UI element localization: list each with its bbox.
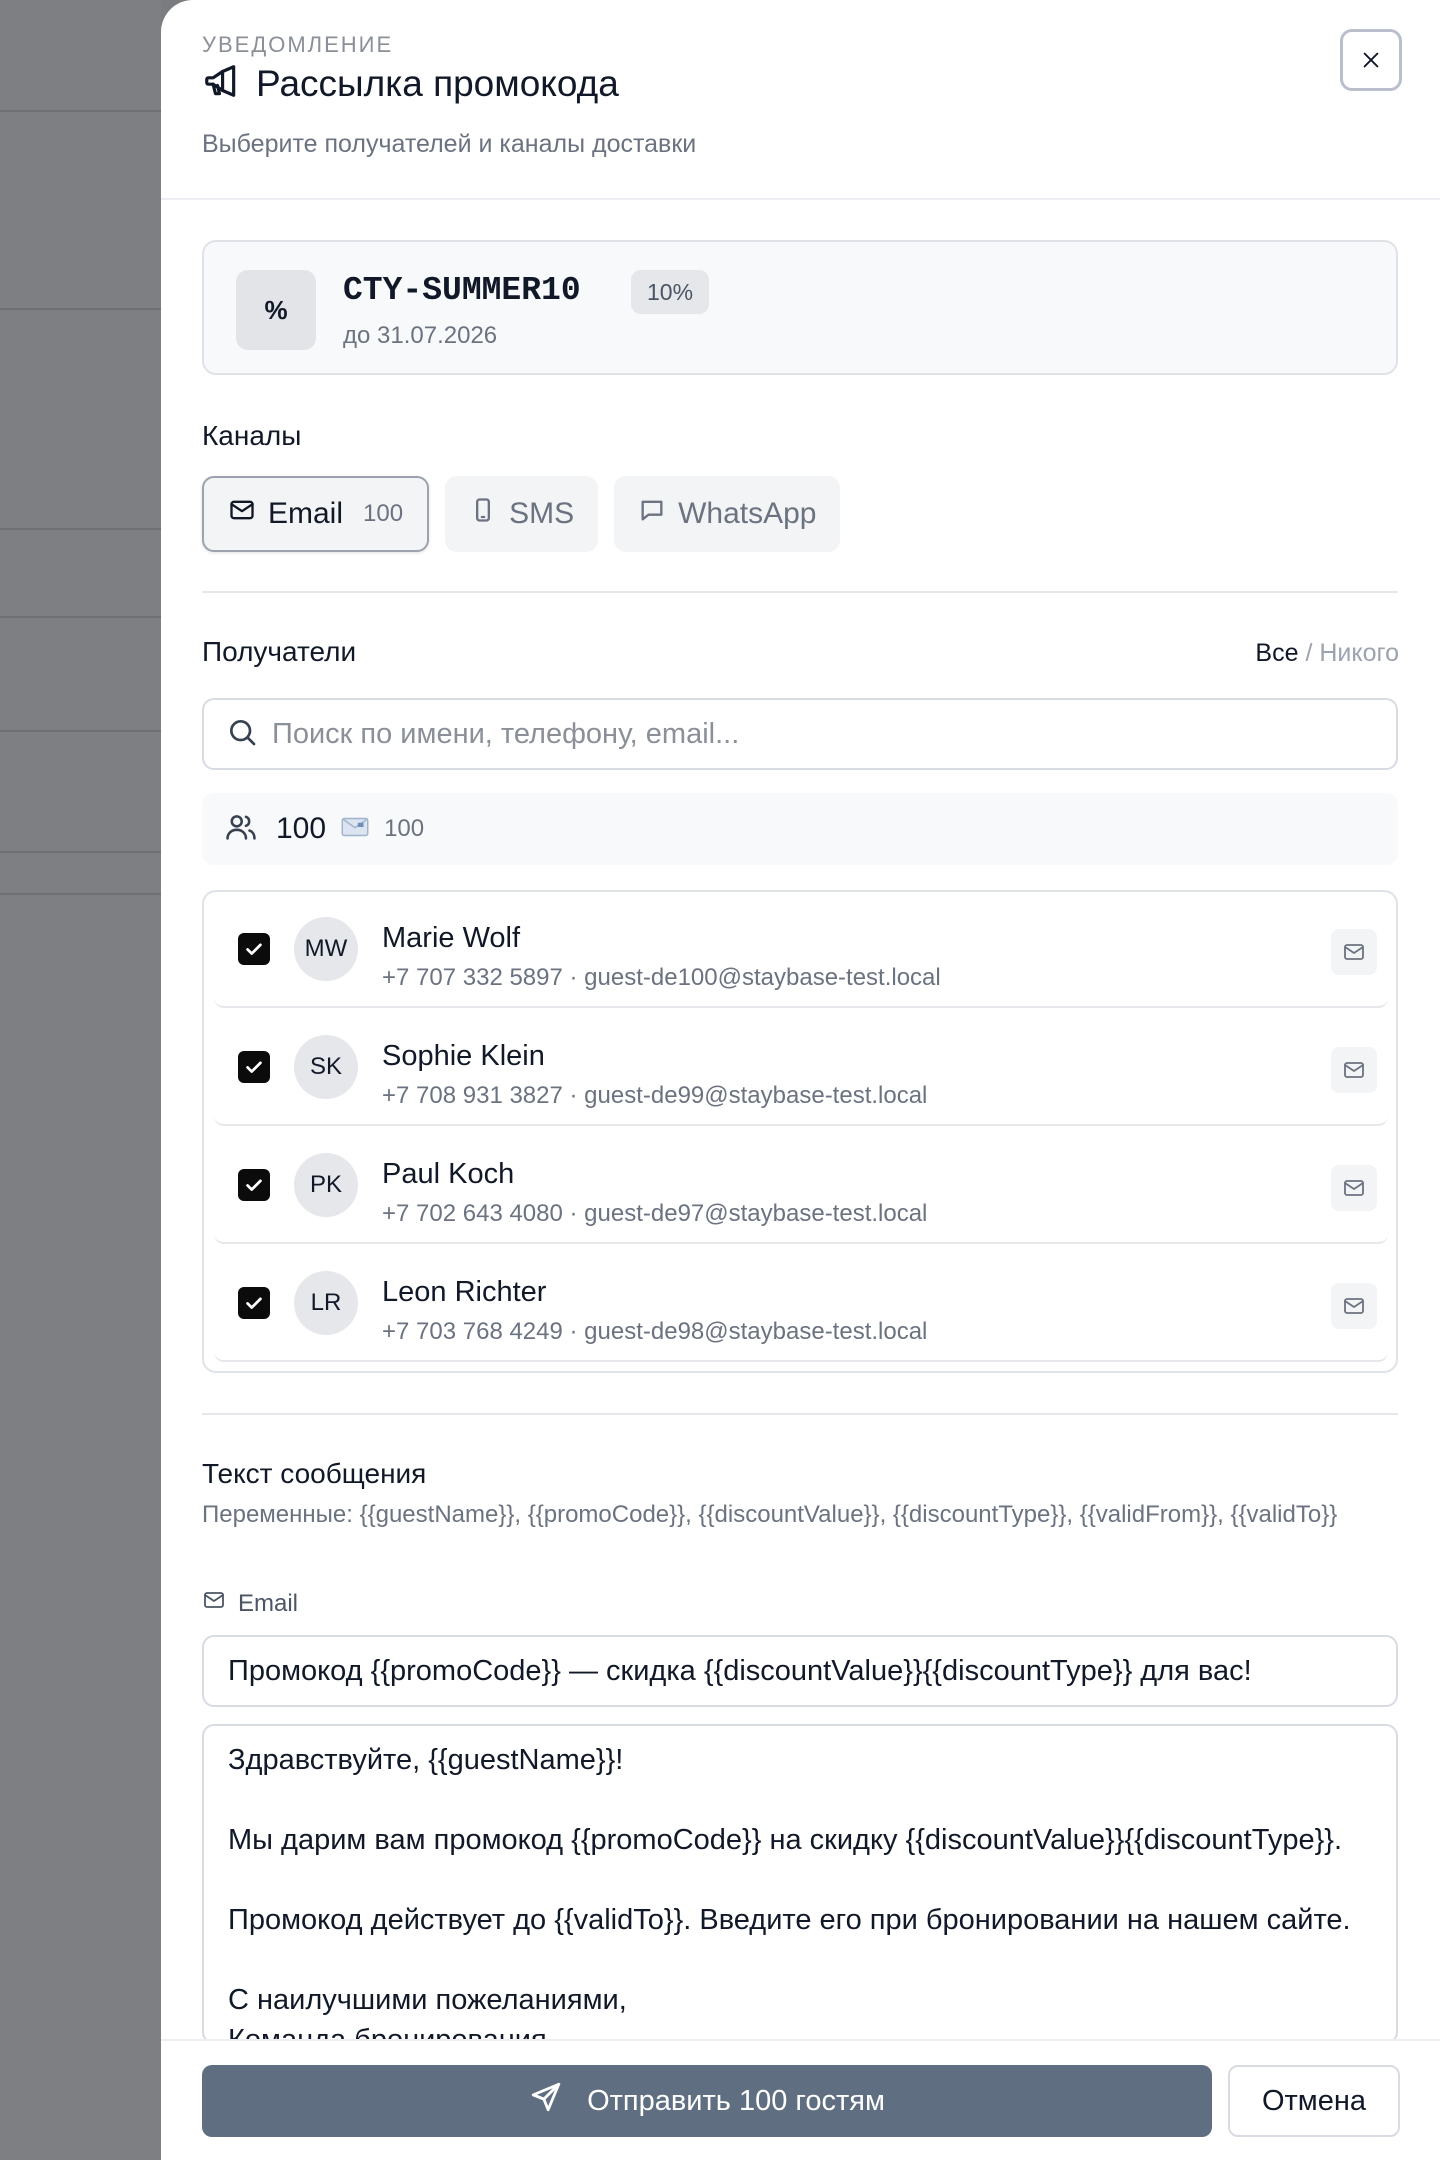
- mail-icon: [202, 1588, 226, 1619]
- send-button[interactable]: Отправить 100 гостям: [202, 2065, 1212, 2137]
- phone-icon: [469, 496, 497, 532]
- sheet-eyebrow: УВЕДОМЛЕНИЕ: [202, 32, 394, 57]
- list-item[interactable]: SK Sophie Klein +7 708 931 3827 · guest-…: [214, 1010, 1388, 1126]
- recipient-stats: 100 100: [202, 793, 1398, 865]
- guest-contact: +7 703 768 4249 · guest-de98@staybase-te…: [382, 1318, 928, 1345]
- guest-name: Marie Wolf: [382, 922, 521, 954]
- email-recipient-count: 100: [384, 815, 425, 842]
- check-icon: [246, 943, 262, 955]
- sheet-footer: Отправить 100 гостям Отмена: [161, 2039, 1440, 2160]
- sheet-header: УВЕДОМЛЕНИЕ Рассылка промокода Выберите …: [161, 0, 1440, 200]
- promo-valid-until: до 31.07.2026: [343, 322, 498, 349]
- body-line: Промокод действует до {{validTo}}. Введи…: [228, 1904, 1351, 1936]
- avatar: LR: [294, 1271, 358, 1335]
- check-icon: [246, 1061, 262, 1073]
- section-divider: [202, 1413, 1398, 1415]
- check-icon: [246, 1179, 262, 1191]
- section-divider: [202, 591, 1398, 593]
- list-item[interactable]: MW Marie Wolf +7 707 332 5897 · guest-de…: [214, 892, 1388, 1008]
- avatar: MW: [294, 917, 358, 981]
- promo-card: % CTY-SUMMER10 10% до 31.07.2026: [202, 240, 1398, 375]
- recipient-checkbox[interactable]: [238, 933, 270, 965]
- channel-whatsapp[interactable]: WhatsApp: [614, 476, 841, 552]
- backdrop-divider: [0, 616, 161, 618]
- guest-contact: +7 708 931 3827 · guest-de99@staybase-te…: [382, 1082, 928, 1109]
- email-subject-input[interactable]: [202, 1635, 1398, 1707]
- users-icon: [224, 810, 258, 849]
- select-none-link[interactable]: Никого: [1319, 639, 1399, 667]
- list-item[interactable]: LR Leon Richter +7 703 768 4249 · guest-…: [214, 1246, 1388, 1362]
- channel-email-label: Email: [268, 497, 344, 530]
- title-row: Рассылка промокода: [202, 62, 619, 105]
- backdrop-divider: [0, 308, 161, 310]
- mail-icon: [1331, 1165, 1377, 1211]
- guest-name: Sophie Klein: [382, 1040, 545, 1072]
- close-icon: [1363, 52, 1379, 68]
- recipients-label: Получатели: [202, 636, 357, 667]
- mail-icon: [1331, 1047, 1377, 1093]
- channel-selector: Email 100 SMS WhatsApp: [202, 476, 841, 552]
- discount-badge: 10%: [631, 270, 710, 314]
- selection-links: Все / Никого: [1249, 639, 1399, 668]
- email-channel-label: Email: [202, 1588, 298, 1619]
- search-input[interactable]: [272, 717, 1372, 751]
- cancel-button[interactable]: Отмена: [1228, 2065, 1400, 2137]
- send-icon: [529, 2080, 563, 2122]
- body-line: [228, 1780, 1372, 1820]
- backdrop-divider: [0, 110, 161, 112]
- promo-code: CTY-SUMMER10: [343, 272, 581, 309]
- backdrop-divider: [0, 851, 161, 853]
- megaphone-icon: [202, 62, 240, 105]
- channel-whatsapp-label: WhatsApp: [678, 497, 817, 530]
- channel-sms[interactable]: SMS: [445, 476, 599, 552]
- channels-label: Каналы: [202, 420, 302, 451]
- percent-icon: %: [236, 270, 316, 350]
- avatar: PK: [294, 1153, 358, 1217]
- guest-name: Paul Koch: [382, 1158, 515, 1190]
- mail-icon: [1331, 929, 1377, 975]
- template-variables: Переменные: {{guestName}}, {{promoCode}}…: [202, 1501, 1338, 1528]
- recipient-checkbox[interactable]: [238, 1287, 270, 1319]
- send-button-label: Отправить 100 гостям: [587, 2084, 885, 2117]
- search-icon: [226, 716, 258, 753]
- backdrop-divider: [0, 893, 161, 895]
- list-item[interactable]: PK Paul Koch +7 702 643 4080 · guest-de9…: [214, 1128, 1388, 1244]
- page-backdrop: [0, 0, 161, 2160]
- body-line: С наилучшими пожеланиями,: [228, 1984, 627, 2016]
- recipient-search: [202, 698, 1398, 770]
- recipient-checkbox[interactable]: [238, 1169, 270, 1201]
- recipient-list: MW Marie Wolf +7 707 332 5897 · guest-de…: [202, 890, 1398, 1373]
- email-body-textarea[interactable]: Здравствуйте, {{guestName}}! Мы дарим ва…: [202, 1724, 1398, 2044]
- channel-email[interactable]: Email 100: [202, 476, 430, 552]
- envelope-emoji-icon: [338, 810, 372, 849]
- page-subtitle: Выберите получателей и каналы доставки: [202, 130, 697, 158]
- guest-contact: +7 702 643 4080 · guest-de97@staybase-te…: [382, 1200, 928, 1227]
- backdrop-divider: [0, 528, 161, 530]
- select-all-link[interactable]: Все: [1255, 639, 1298, 667]
- channel-sms-label: SMS: [509, 497, 575, 530]
- recipient-checkbox[interactable]: [238, 1051, 270, 1083]
- backdrop-divider: [0, 730, 161, 732]
- guest-contact: +7 707 332 5897 · guest-de100@staybase-t…: [382, 964, 941, 991]
- channel-email-count: 100: [363, 500, 404, 527]
- promo-mailing-sheet: УВЕДОМЛЕНИЕ Рассылка промокода Выберите …: [161, 0, 1440, 2160]
- recipient-total: 100: [276, 812, 327, 845]
- check-icon: [246, 1297, 262, 1309]
- close-button[interactable]: [1340, 29, 1402, 91]
- mail-icon: [1331, 1283, 1377, 1329]
- guest-name: Leon Richter: [382, 1276, 547, 1308]
- page-title: Рассылка промокода: [256, 62, 619, 104]
- body-line: Здравствуйте, {{guestName}}!: [228, 1744, 624, 1776]
- email-channel-text: Email: [238, 1589, 299, 1617]
- chat-icon: [638, 496, 666, 532]
- body-line: [228, 1860, 1372, 1900]
- message-label: Текст сообщения: [202, 1458, 427, 1489]
- mail-icon: [228, 496, 256, 532]
- body-line: Мы дарим вам промокод {{promoCode}} на с…: [228, 1824, 1343, 1856]
- avatar: SK: [294, 1035, 358, 1099]
- selection-separator: /: [1305, 639, 1313, 667]
- body-line: [228, 1940, 1372, 1980]
